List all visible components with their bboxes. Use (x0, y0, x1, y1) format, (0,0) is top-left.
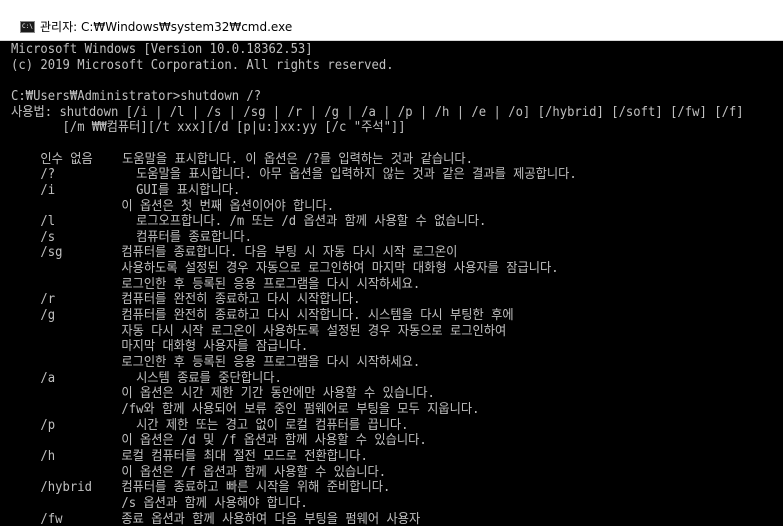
console-line: /s 옵션과 함께 사용해야 합니다. (11, 495, 308, 511)
console-line: Microsoft Windows [Version 10.0.18362.53… (11, 42, 313, 57)
title-bar[interactable]: C:\ 관리자: C:₩Windows₩system32₩cmd.exe (0, 0, 783, 41)
console-line: /fw와 함께 사용되어 보류 중인 펌웨어로 부팅을 모두 지웁니다. (11, 401, 480, 417)
console-line: /p 시간 제한 또는 경고 없이 로컬 컴퓨터를 끕니다. (11, 417, 409, 433)
console-line: 이 옵션은 /f 옵션과 함께 사용할 수 있습니다. (11, 464, 387, 480)
console-line: 자동 다시 시작 로그온이 사용하도록 설정된 경우 자동으로 로그인하여 (11, 323, 507, 339)
cmd-icon-text: C:\ (22, 23, 33, 30)
console-line: 사용하도록 설정된 경우 자동으로 로그인하여 마지막 대화형 사용자를 잠급니… (11, 261, 559, 277)
console-line: /hybrid 컴퓨터를 종료하고 빠른 시작을 위해 준비합니다. (11, 480, 391, 496)
console-line: /s 컴퓨터를 종료합니다. (11, 229, 252, 245)
console-line: 로그인한 후 등록된 응용 프로그램을 다시 시작하세요. (11, 276, 421, 292)
console-line: 인수 없음 도움말을 표시합니다. 이 옵션은 /?를 입력하는 것과 같습니다… (11, 151, 473, 167)
console-line: 마지막 대화형 사용자를 잠급니다. (11, 339, 309, 355)
console-line: /a 시스템 종료를 중단합니다. (11, 370, 282, 386)
console-line: [/m ₩₩컴퓨터][/t xxx][/d [p|u:]xx:yy [/c "주… (11, 120, 406, 136)
console-line: /fw 종료 옵션과 함께 사용하여 다음 부팅을 펌웨어 사용자 (11, 511, 421, 526)
console-line: (c) 2019 Microsoft Corporation. All righ… (11, 57, 394, 73)
console-line: /? 도움말을 표시합니다. 아무 옵션을 입력하지 않는 것과 같은 결과를 … (11, 167, 577, 183)
console-line: /sg 컴퓨터를 종료합니다. 다음 부팅 시 자동 다시 시작 로그온이 (11, 245, 458, 261)
console-line: /g 컴퓨터를 완전히 종료하고 다시 시작합니다. 시스템을 다시 부팅한 후… (11, 308, 514, 324)
console-line: 이 옵션은 /d 및 /f 옵션과 함께 사용할 수 있습니다. (11, 433, 427, 449)
console-line: C:₩Users₩Administrator>shutdown /? (11, 88, 262, 104)
console-line: /l 로그오프합니다. /m 또는 /d 옵션과 함께 사용할 수 없습니다. (11, 214, 487, 230)
console-output[interactable]: Microsoft Windows [Version 10.0.18362.53… (0, 41, 783, 526)
console-line: 이 옵션은 첫 번째 옵션이어야 합니다. (11, 198, 335, 214)
cmd-icon[interactable]: C:\ (20, 21, 35, 33)
console-line: /i GUI를 표시합니다. (11, 182, 241, 198)
console-line: 이 옵션은 시간 제한 기간 동안에만 사용할 수 있습니다. (11, 386, 435, 402)
window-title: 관리자: C:₩Windows₩system32₩cmd.exe (40, 20, 293, 34)
console-line: 로그인한 후 등록된 응용 프로그램을 다시 시작하세요. (11, 355, 421, 370)
console-line: /r 컴퓨터를 완전히 종료하고 다시 시작합니다. (11, 292, 361, 308)
console-line: /h 로컬 컴퓨터를 최대 절전 모드로 전환합니다. (11, 448, 368, 464)
console-line: 사용법: shutdown [/i | /l | /s | /sg | /r |… (11, 104, 744, 120)
